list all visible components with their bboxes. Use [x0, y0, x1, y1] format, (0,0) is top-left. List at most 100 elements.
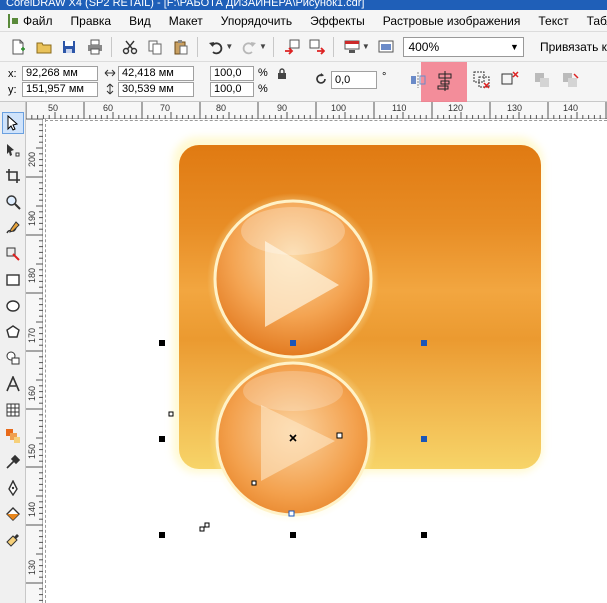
height-field[interactable]: 30,539 мм [118, 82, 194, 97]
polygon-tool[interactable] [2, 321, 24, 343]
weld-icon [535, 73, 549, 87]
application-launcher-button[interactable] [340, 35, 364, 59]
scale-x-percent-label: % [258, 67, 268, 79]
mirror-horizontal-icon [411, 72, 426, 88]
undo-button[interactable] [204, 35, 228, 59]
smart-fill-tool[interactable] [2, 243, 24, 265]
redo-button[interactable] [237, 35, 261, 59]
convert-to-curves-icon [501, 71, 519, 85]
toolbar-separator [272, 36, 274, 57]
menu-file[interactable]: Файл [14, 10, 62, 32]
vertical-ruler-ticks [26, 119, 43, 601]
weld-button[interactable] [532, 70, 552, 90]
chevron-down-icon: ▼ [510, 41, 519, 52]
paste-button[interactable] [169, 35, 193, 59]
launcher-dropdown-icon[interactable]: ▼ [362, 42, 370, 51]
x-position-field[interactable]: 92,268 мм [22, 66, 98, 81]
ellipse-tool[interactable] [2, 295, 24, 317]
align-distribute-button[interactable] [434, 70, 456, 92]
open-button[interactable] [32, 35, 56, 59]
menu-table[interactable]: Таблица [578, 10, 607, 32]
menu-text[interactable]: Текст [529, 10, 577, 32]
scale-x-field[interactable]: 100,0 [210, 66, 254, 81]
eyedropper-tool[interactable] [2, 451, 24, 473]
interactive-fill-icon [6, 534, 19, 547]
menu-arrange[interactable]: Упорядочить [212, 10, 301, 32]
y-position-field[interactable]: 151,957 мм [22, 82, 98, 97]
convert-to-curves-button[interactable] [500, 70, 520, 90]
width-field[interactable]: 42,418 мм [118, 66, 194, 81]
app-menu-icon[interactable] [8, 13, 18, 28]
text-tool[interactable] [2, 373, 24, 395]
interactive-blend-tool[interactable] [2, 425, 24, 447]
welcome-screen-button[interactable] [374, 35, 398, 59]
new-document-button[interactable] [6, 35, 30, 59]
fill-tool[interactable] [2, 503, 24, 525]
ruler-tick-label: 150 [27, 443, 37, 459]
import-icon [284, 39, 300, 55]
break-apart-button[interactable] [472, 70, 492, 90]
lock-ratio-icon[interactable] [277, 68, 287, 80]
save-icon [63, 40, 76, 53]
magnifier-icon [6, 195, 21, 210]
menu-effects[interactable]: Эффекты [301, 10, 374, 32]
print-button[interactable] [83, 35, 107, 59]
copy-button[interactable] [143, 35, 167, 59]
ruler-tick-label: 140 [27, 501, 37, 517]
smart-fill-icon [6, 247, 20, 261]
basic-shapes-icon [6, 351, 20, 365]
pen-nib-icon [8, 480, 18, 496]
align-distribute-icon [437, 71, 452, 91]
basic-shapes-tool[interactable] [2, 347, 24, 369]
toolbar-separator [196, 36, 198, 57]
zoom-level-select[interactable]: 400% ▼ [403, 36, 524, 57]
menu-edit[interactable]: Правка [62, 10, 121, 32]
clipboard-icon [174, 39, 188, 54]
rectangle-tool[interactable] [2, 269, 24, 291]
rotation-angle-field[interactable]: 0,0 [331, 71, 377, 89]
x-position-label: x: [8, 68, 17, 80]
mirror-horizontal-button[interactable] [408, 70, 428, 90]
menu-view[interactable]: Вид [120, 10, 160, 32]
trim-icon [563, 73, 579, 87]
horizontal-ruler[interactable]: 50 60 70 80 90 100 110 120 130 140 [26, 102, 607, 119]
shape-tool[interactable] [2, 139, 24, 161]
artwork [159, 137, 543, 538]
property-bar: x: y: 92,268 мм 151,957 мм 42,418 мм 30,… [0, 62, 607, 112]
menu-layout[interactable]: Макет [160, 10, 212, 32]
redo-dropdown-icon[interactable]: ▼ [259, 42, 267, 51]
width-arrows-icon [104, 69, 116, 77]
save-button[interactable] [57, 35, 81, 59]
vertical-ruler[interactable]: 200 190 180 170 160 150 140 130 [26, 119, 43, 603]
export-button[interactable] [306, 35, 330, 59]
top-button-highlight [241, 207, 345, 255]
snap-to-menu[interactable]: Привязать к [540, 40, 607, 54]
drawing-canvas[interactable] [43, 119, 607, 603]
toolbar-separator [110, 36, 112, 57]
ruler-tick-label: 50 [48, 103, 59, 113]
ruler-tick-label: 80 [216, 103, 227, 113]
crop-icon [6, 169, 20, 183]
outline-tool[interactable] [2, 477, 24, 499]
rotation-icon [316, 73, 326, 84]
table-icon [6, 403, 20, 417]
table-tool[interactable] [2, 399, 24, 421]
zoom-tool[interactable] [2, 191, 24, 213]
printer-icon [87, 39, 102, 54]
pick-tool[interactable] [2, 112, 24, 134]
scale-y-field[interactable]: 100,0 [210, 82, 254, 97]
scale-y-percent-label: % [258, 83, 268, 95]
ruler-tick-label: 190 [27, 210, 37, 226]
undo-dropdown-icon[interactable]: ▼ [225, 42, 233, 51]
text-tool-icon [6, 376, 20, 392]
freehand-tool[interactable] [2, 217, 24, 239]
menu-bitmaps[interactable]: Растровые изображения [374, 10, 530, 32]
trim-button[interactable] [560, 70, 580, 90]
interactive-fill-tool[interactable] [2, 529, 24, 551]
ruler-tick-label: 60 [103, 103, 114, 113]
import-button[interactable] [280, 35, 304, 59]
polygon-icon [6, 325, 20, 338]
cut-button[interactable] [118, 35, 142, 59]
crop-tool[interactable] [2, 165, 24, 187]
ruler-tick-label: 140 [563, 103, 579, 113]
